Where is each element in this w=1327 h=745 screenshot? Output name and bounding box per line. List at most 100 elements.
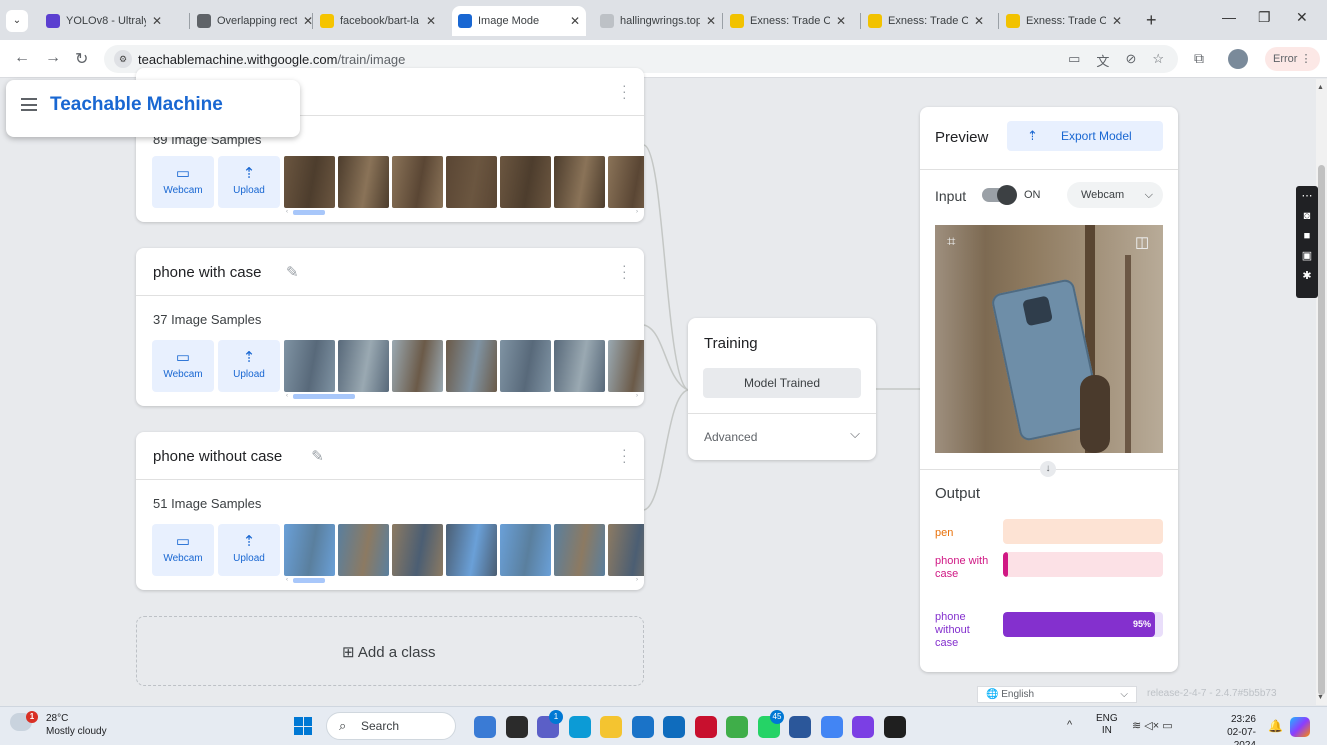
keyboard-language[interactable]: ENG IN (1096, 713, 1118, 737)
camera-icon[interactable]: ◙ (1296, 206, 1318, 226)
input-source-select[interactable]: Webcam ⌵ (1067, 182, 1163, 208)
scroll-down-icon[interactable]: ▼ (1317, 694, 1324, 701)
copilot-app-icon[interactable] (726, 716, 748, 738)
thumbnail-scrollbar[interactable] (293, 578, 325, 583)
task-view-app-icon[interactable] (506, 716, 528, 738)
video-camera-icon: ▭ (175, 533, 191, 550)
tray-status-icons[interactable]: ≋ ◁× ▭ (1132, 719, 1173, 732)
chrome-app-icon[interactable] (821, 716, 843, 738)
sample-thumbnail[interactable] (608, 524, 644, 576)
scroll-up-icon[interactable]: ▲ (1317, 84, 1324, 91)
copilot-icon[interactable] (1290, 717, 1310, 737)
sample-thumbnail[interactable] (554, 156, 605, 208)
mcafee-app-icon[interactable] (695, 716, 717, 738)
taskbar-search[interactable]: ⌕ Search (326, 712, 456, 740)
sample-thumbnail[interactable] (392, 524, 443, 576)
more-options-icon[interactable]: · · · (622, 78, 627, 104)
webcam-preview: ⌗ ◫ (935, 225, 1163, 453)
sample-thumbnail[interactable] (338, 340, 389, 392)
class-card: phone with case ✎ · · · 37 Image Samples ▭ Webc… (136, 248, 644, 406)
crop-icon[interactable]: ⌗ (947, 233, 955, 250)
add-icon: ⊞ (342, 644, 355, 661)
output-class-label: pen (935, 527, 954, 539)
wifi-icon[interactable]: ≋ (1132, 720, 1141, 732)
clock[interactable]: 23:2602-07-2024 (1210, 713, 1256, 745)
scroll-right-icon[interactable]: › (636, 209, 638, 215)
weather-condition[interactable]: Mostly cloudy (46, 726, 107, 737)
sample-thumbnail[interactable] (446, 340, 497, 392)
media-app-icon[interactable] (884, 716, 906, 738)
scroll-left-icon[interactable]: ‹ (286, 577, 288, 583)
sample-thumbnail-strip[interactable] (284, 524, 644, 576)
class-header: phone without case ✎ · · · (136, 432, 644, 480)
add-class-button[interactable]: ⊞ Add a class (136, 616, 644, 686)
edit-pencil-icon[interactable]: ✎ (311, 447, 324, 465)
scrollbar-thumb[interactable] (1318, 165, 1325, 695)
stack-app-icon[interactable] (852, 716, 874, 738)
scroll-right-icon[interactable]: › (636, 577, 638, 583)
sample-thumbnail[interactable] (500, 156, 551, 208)
webcam-button[interactable]: ▭ Webcam (152, 340, 214, 392)
weather-temperature[interactable]: 28°C (46, 713, 68, 724)
more-icon[interactable]: ⋯ (1296, 186, 1318, 206)
video-icon[interactable]: ■ (1296, 226, 1318, 246)
sample-thumbnail[interactable] (284, 340, 335, 392)
gallery-app-icon[interactable] (474, 716, 496, 738)
thumbnail-scrollbar[interactable] (293, 394, 355, 399)
more-options-icon[interactable]: · · · (622, 442, 627, 468)
window-icon[interactable]: ▣ (1296, 246, 1318, 266)
thumbnail-scrollbar[interactable] (293, 210, 325, 215)
sample-thumbnail[interactable] (392, 340, 443, 392)
notification-bell-icon[interactable]: 🔔 (1268, 719, 1283, 733)
arrow-down-icon: ↓ (1040, 461, 1056, 477)
windows-taskbar: 1 28°C Mostly cloudy ⌕ Search 1 45 ^ ENG IN… (0, 706, 1327, 745)
sample-thumbnail[interactable] (500, 340, 551, 392)
train-model-button[interactable]: Model Trained (703, 368, 861, 398)
webcam-button[interactable]: ▭ Webcam (152, 524, 214, 576)
scroll-left-icon[interactable]: ‹ (286, 209, 288, 215)
confidence-fill (1003, 552, 1008, 577)
flip-icon[interactable]: ◫ (1135, 233, 1149, 251)
sample-thumbnail[interactable] (284, 524, 335, 576)
sample-thumbnail[interactable] (446, 524, 497, 576)
battery-icon[interactable]: ▭ (1162, 720, 1172, 732)
sample-thumbnail[interactable] (284, 156, 335, 208)
sample-thumbnail[interactable] (446, 156, 497, 208)
sample-thumbnail[interactable] (392, 156, 443, 208)
file-explorer-app-icon[interactable] (600, 716, 622, 738)
sample-thumbnail-strip[interactable] (284, 340, 644, 392)
input-toggle[interactable] (982, 185, 1017, 205)
settings-icon[interactable]: ✱ (1296, 266, 1318, 286)
more-options-icon[interactable]: · · · (622, 258, 627, 284)
sample-thumbnail[interactable] (338, 524, 389, 576)
export-model-button[interactable]: ⇡ Export Model (1007, 121, 1163, 151)
tray-overflow-icon[interactable]: ^ (1067, 719, 1072, 731)
chevron-down-icon[interactable]: ⌵ (850, 426, 860, 442)
edit-pencil-icon[interactable]: ✎ (286, 263, 299, 281)
edge-app-icon[interactable] (569, 716, 591, 738)
sample-thumbnail[interactable] (500, 524, 551, 576)
start-icon[interactable] (294, 717, 312, 735)
webcam-button[interactable]: ▭ Webcam (152, 156, 214, 208)
volume-mute-icon[interactable]: ◁× (1144, 720, 1159, 732)
upload-button[interactable]: ⇡ Upload (218, 340, 280, 392)
menu-icon[interactable] (21, 98, 37, 111)
scroll-left-icon[interactable]: ‹ (286, 393, 288, 399)
language-select[interactable]: 🌐 English ⌵ (977, 686, 1137, 703)
advanced-toggle[interactable]: Advanced (704, 430, 757, 444)
class-name[interactable]: phone with case (153, 264, 261, 281)
word-app-icon[interactable] (789, 716, 811, 738)
app-title[interactable]: Teachable Machine (50, 94, 223, 116)
scroll-right-icon[interactable]: › (636, 393, 638, 399)
sample-thumbnail[interactable] (338, 156, 389, 208)
class-name[interactable]: phone without case (153, 448, 282, 465)
mail-app-icon[interactable] (632, 716, 654, 738)
upload-button[interactable]: ⇡ Upload (218, 524, 280, 576)
upload-button[interactable]: ⇡ Upload (218, 156, 280, 208)
sample-thumbnail[interactable] (554, 340, 605, 392)
outlook-app-icon[interactable] (663, 716, 685, 738)
sample-thumbnail[interactable] (554, 524, 605, 576)
sample-thumbnail[interactable] (608, 156, 644, 208)
sample-thumbnail-strip[interactable] (284, 156, 644, 208)
sample-thumbnail[interactable] (608, 340, 644, 392)
